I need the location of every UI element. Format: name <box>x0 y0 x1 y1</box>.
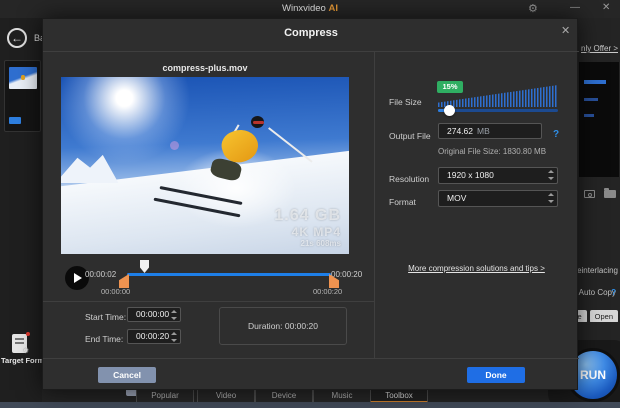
window-close-icon[interactable]: ✕ <box>602 2 610 13</box>
back-button[interactable]: ← <box>7 28 27 48</box>
settings-gear-icon[interactable]: ⚙ <box>528 2 538 15</box>
compress-dialog: Compress ✕ compress-plus.mov 1.64 GB 4 <box>42 18 578 390</box>
file-size-label: File Size <box>389 97 422 107</box>
media-list-item[interactable] <box>4 60 41 132</box>
open-button[interactable]: Open <box>590 310 618 322</box>
format-label: Format <box>389 197 416 207</box>
end-time-label: End Time: <box>85 334 123 344</box>
notification-dot <box>26 332 30 336</box>
browse-open-row: BrowseOpen <box>578 306 620 322</box>
watermark-size: 1.64 GB <box>274 207 341 225</box>
bottom-strip <box>0 402 620 408</box>
start-time-input[interactable]: 00:00:00 <box>127 307 181 322</box>
dialog-title: Compress <box>43 27 579 39</box>
auto-copy-label: Auto Copy ? <box>578 288 620 300</box>
skier-goggles <box>253 121 264 124</box>
app-title-accent: AI <box>328 3 338 14</box>
up-down-stepper-icon[interactable] <box>170 310 177 320</box>
output-file-input[interactable]: 274.62MB <box>438 123 542 139</box>
output-folder-icon[interactable] <box>604 190 616 198</box>
vertical-divider <box>374 51 375 358</box>
video-filename: compress-plus.mov <box>61 63 349 73</box>
tab-device[interactable]: Device <box>255 388 313 403</box>
background-left-panel: ← Back ⚙ Target Format <box>0 18 42 408</box>
up-down-stepper-icon[interactable] <box>547 170 554 180</box>
file-size-slider-track[interactable] <box>438 109 558 112</box>
trim-start-time: 00:00:00 <box>101 287 130 296</box>
tab-popular[interactable]: Popular <box>136 388 194 403</box>
timeline-total-time: 00:00:20 <box>331 270 362 279</box>
footer-divider <box>43 358 579 359</box>
trim-end-time: 00:00:20 <box>313 287 342 296</box>
timeline-track[interactable] <box>127 273 331 276</box>
snapshot-camera-icon[interactable] <box>584 190 595 198</box>
app-window: Winxvideo AI ⚙ — ✕ ← Back ⚙ Target Forma… <box>0 0 620 408</box>
background-right-panel: nly Offer > Deinterlacing Auto Copy ? Br… <box>578 18 620 408</box>
resolution-label: Resolution <box>389 174 429 184</box>
start-time-label: Start Time: <box>85 312 126 322</box>
header-divider <box>43 51 579 52</box>
output-file-unit: MB <box>477 126 490 136</box>
app-title-main: Winxvideo <box>282 3 326 14</box>
minimize-icon[interactable]: — <box>570 2 580 13</box>
tab-video[interactable]: Video <box>197 388 255 403</box>
timeline-current-time: 00:00:02 <box>85 270 116 279</box>
player-divider <box>43 301 374 302</box>
watermark-format: 4K MP4 <box>274 225 341 239</box>
trim-handle-left[interactable] <box>119 274 129 288</box>
resolution-select[interactable]: 1920 x 1080 <box>438 167 558 184</box>
watermark-duration: 21s 608ms <box>274 239 341 248</box>
video-preview[interactable]: 1.64 GB 4K MP4 21s 608ms <box>61 77 349 254</box>
back-arrow-icon: ← <box>11 31 23 45</box>
target-format-label: Target Format <box>1 356 42 365</box>
play-icon <box>74 273 82 283</box>
help-icon[interactable]: ? <box>553 129 559 140</box>
format-select[interactable]: MOV <box>438 190 558 207</box>
tab-music[interactable]: Music <box>313 388 371 403</box>
more-compression-tips-link[interactable]: More compression solutions and tips > <box>374 264 579 273</box>
output-file-label: Output File <box>389 131 431 141</box>
media-badge <box>9 117 21 124</box>
playhead-marker[interactable] <box>140 260 149 273</box>
preview-thumbnail <box>579 62 619 177</box>
deinterlacing-label: Deinterlacing <box>578 266 620 278</box>
media-thumbnail <box>9 67 37 89</box>
up-down-stepper-icon[interactable] <box>170 332 177 342</box>
dialog-close-icon[interactable]: ✕ <box>561 24 570 37</box>
back-label: Back <box>34 33 42 45</box>
done-button[interactable]: Done <box>467 367 525 383</box>
duration-box: Duration: 00:00:20 <box>219 307 347 345</box>
end-time-input[interactable]: 00:00:20 <box>127 329 181 344</box>
file-size-slider-thumb[interactable] <box>444 105 455 116</box>
app-title: Winxvideo AI <box>0 3 620 14</box>
gear-icon: ⚙ <box>22 346 29 355</box>
file-size-percent-badge: 15% <box>437 81 463 93</box>
help-icon: ? <box>611 288 616 297</box>
original-file-size: Original File Size: 1830.80 MB <box>438 147 546 156</box>
up-down-stepper-icon[interactable] <box>547 193 554 203</box>
cancel-button[interactable]: Cancel <box>98 367 156 383</box>
tab-toolbox[interactable]: Toolbox <box>370 388 428 403</box>
browse-button[interactable]: Browse <box>578 310 587 322</box>
video-watermark: 1.64 GB 4K MP4 21s 608ms <box>274 207 341 248</box>
target-format-button[interactable]: ⚙ Target Format <box>0 330 42 384</box>
offer-link[interactable]: nly Offer > <box>578 44 620 56</box>
